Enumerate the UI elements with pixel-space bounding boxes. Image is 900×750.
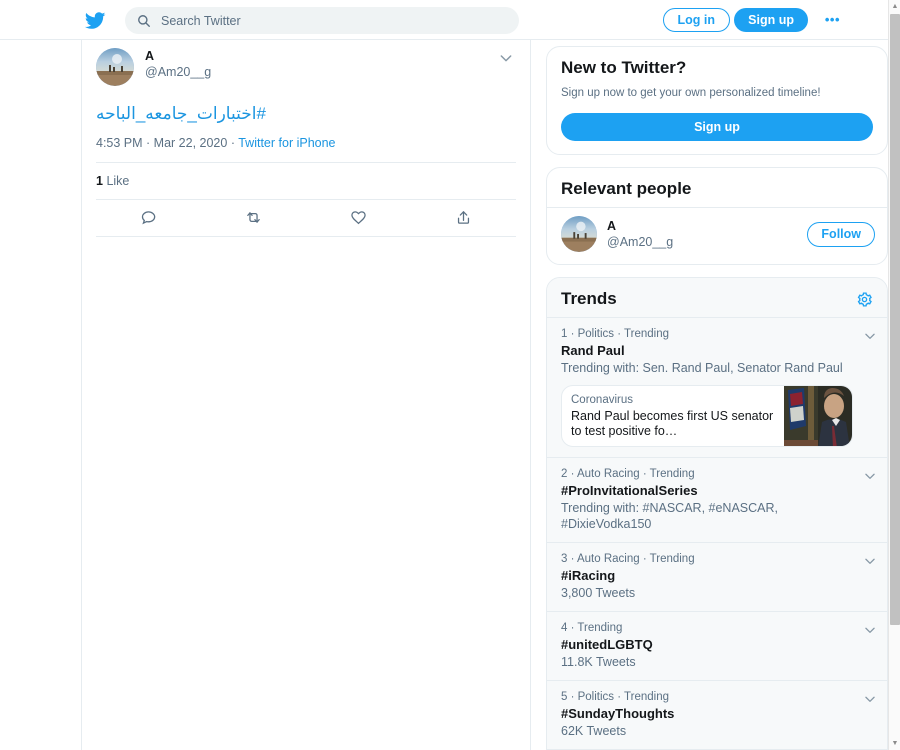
trend-item[interactable]: 1 · Politics · Trending Rand Paul Trendi…: [547, 317, 887, 457]
reply-icon[interactable]: [96, 209, 201, 226]
right-sidebar: New to Twitter? Sign up now to get your …: [531, 40, 888, 750]
news-text: Coronavirus Rand Paul becomes first US s…: [562, 386, 784, 446]
signup-cta-button[interactable]: Sign up: [561, 113, 873, 141]
new-to-twitter-subtitle: Sign up now to get your own personalized…: [561, 87, 821, 99]
follow-button[interactable]: Follow: [807, 221, 875, 247]
news-headline: Rand Paul becomes first US senator to te…: [571, 409, 774, 438]
new-to-twitter-body: Sign up now to get your own personalized…: [547, 86, 887, 154]
tweet-text[interactable]: #اختبارات_جامعه_الباحه: [96, 103, 516, 125]
person-display-name: A: [607, 218, 617, 233]
page-scrollbar[interactable]: ▲ ▼: [888, 0, 900, 750]
tweet-date: Mar 22, 2020: [153, 136, 228, 150]
search-input[interactable]: [161, 13, 507, 28]
like-icon[interactable]: [306, 209, 411, 226]
like-label: Like: [106, 174, 130, 188]
news-category: Coronavirus: [571, 394, 633, 406]
tweet-handle: @Am20__g: [145, 65, 212, 79]
tweet-detail: A @Am20__g #اختبارات_جامعه_الباحه 4:53 P…: [82, 40, 530, 237]
chevron-down-icon[interactable]: [863, 623, 877, 637]
chevron-down-icon[interactable]: [863, 554, 877, 568]
meta-sep-1: ·: [142, 136, 154, 150]
twitter-bird-icon[interactable]: [84, 10, 106, 30]
login-button[interactable]: Log in: [662, 8, 730, 32]
trend-item[interactable]: 2 · Auto Racing · Trending #ProInvitatio…: [547, 457, 887, 542]
trend-name: #SundayThoughts: [561, 706, 675, 721]
twitter-page: Log in Sign up •••: [0, 0, 900, 750]
avatar[interactable]: [561, 216, 597, 252]
scroll-up-icon[interactable]: ▲: [890, 0, 900, 13]
trend-meta: 1 · Politics · Trending: [561, 328, 670, 340]
trend-news-card[interactable]: Coronavirus Rand Paul becomes first US s…: [561, 385, 853, 447]
chevron-down-icon[interactable]: [863, 469, 877, 483]
trend-subtitle: 62K Tweets: [561, 724, 627, 738]
trend-name: Rand Paul: [561, 343, 625, 358]
trend-subtitle: Trending with: Sen. Rand Paul, Senator R…: [561, 361, 843, 375]
trend-meta: 4 · Trending: [561, 622, 623, 634]
search-icon: [137, 14, 151, 28]
person-handle: @Am20__g: [607, 234, 674, 249]
news-thumbnail-image: [784, 386, 852, 446]
scroll-down-icon[interactable]: ▼: [890, 737, 900, 750]
relevant-people-title: Relevant people: [561, 179, 692, 198]
trend-subtitle: 3,800 Tweets: [561, 586, 636, 600]
share-icon[interactable]: [411, 209, 516, 226]
tweet-source[interactable]: Twitter for iPhone: [238, 136, 335, 150]
trend-subtitle: 11.8K Tweets: [561, 655, 636, 669]
gear-icon[interactable]: [856, 291, 873, 308]
trend-item[interactable]: 4 · Trending #unitedLGBTQ 11.8K Tweets: [547, 611, 887, 680]
trends-card: Trends 1 · Politics · Trending Rand Paul…: [546, 277, 888, 750]
relevant-person-names: A @Am20__g: [607, 219, 807, 250]
more-options-icon[interactable]: •••: [825, 13, 840, 26]
trend-name: #iRacing: [561, 568, 616, 583]
signup-button-top[interactable]: Sign up: [734, 8, 808, 32]
trend-name: #ProInvitationalSeries: [561, 483, 698, 498]
trend-meta: 2 · Auto Racing · Trending: [561, 468, 695, 480]
trend-name: #unitedLGBTQ: [561, 637, 653, 652]
page-content: A @Am20__g #اختبارات_جامعه_الباحه 4:53 P…: [0, 40, 888, 750]
top-navigation-bar: Log in Sign up •••: [0, 0, 888, 40]
tweet-column: A @Am20__g #اختبارات_جامعه_الباحه 4:53 P…: [82, 40, 531, 750]
search-box[interactable]: [125, 7, 519, 34]
tweet-time: 4:53 PM: [96, 136, 143, 150]
trend-subtitle: Trending with: #NASCAR, #eNASCAR, #Dixie…: [561, 501, 778, 531]
chevron-down-icon[interactable]: [863, 329, 877, 343]
new-to-twitter-title: New to Twitter?: [561, 58, 687, 77]
trend-item[interactable]: 5 · Politics · Trending #SundayThoughts …: [547, 680, 887, 749]
trend-meta: 3 · Auto Racing · Trending: [561, 553, 695, 565]
retweet-icon[interactable]: [201, 209, 306, 226]
chevron-down-icon[interactable]: [498, 50, 514, 66]
like-count: 1: [96, 174, 103, 188]
new-to-twitter-card: New to Twitter? Sign up now to get your …: [546, 46, 888, 155]
trends-title: Trends: [561, 289, 617, 308]
relevant-people-card: Relevant people A @Am20__g Follow: [546, 167, 888, 265]
tweet-author[interactable]: A @Am20__g: [145, 48, 211, 80]
tweet-timestamp-row: 4:53 PM · Mar 22, 2020 · Twitter for iPh…: [96, 136, 516, 163]
tweet-actions: [96, 200, 516, 237]
meta-sep-2: ·: [227, 136, 239, 150]
tweet-display-name: A: [145, 49, 155, 63]
trend-meta: 5 · Politics · Trending: [561, 691, 670, 703]
chevron-down-icon[interactable]: [863, 692, 877, 706]
avatar[interactable]: [96, 48, 134, 86]
scrollbar-thumb[interactable]: [890, 14, 900, 625]
trends-header: Trends: [547, 278, 887, 317]
trend-item[interactable]: 3 · Auto Racing · Trending #iRacing 3,80…: [547, 542, 887, 611]
relevant-person-row[interactable]: A @Am20__g Follow: [547, 207, 887, 264]
tweet-header: A @Am20__g: [96, 40, 516, 86]
left-gutter: [0, 40, 82, 750]
tweet-like-count-row[interactable]: 1 Like: [96, 163, 516, 200]
